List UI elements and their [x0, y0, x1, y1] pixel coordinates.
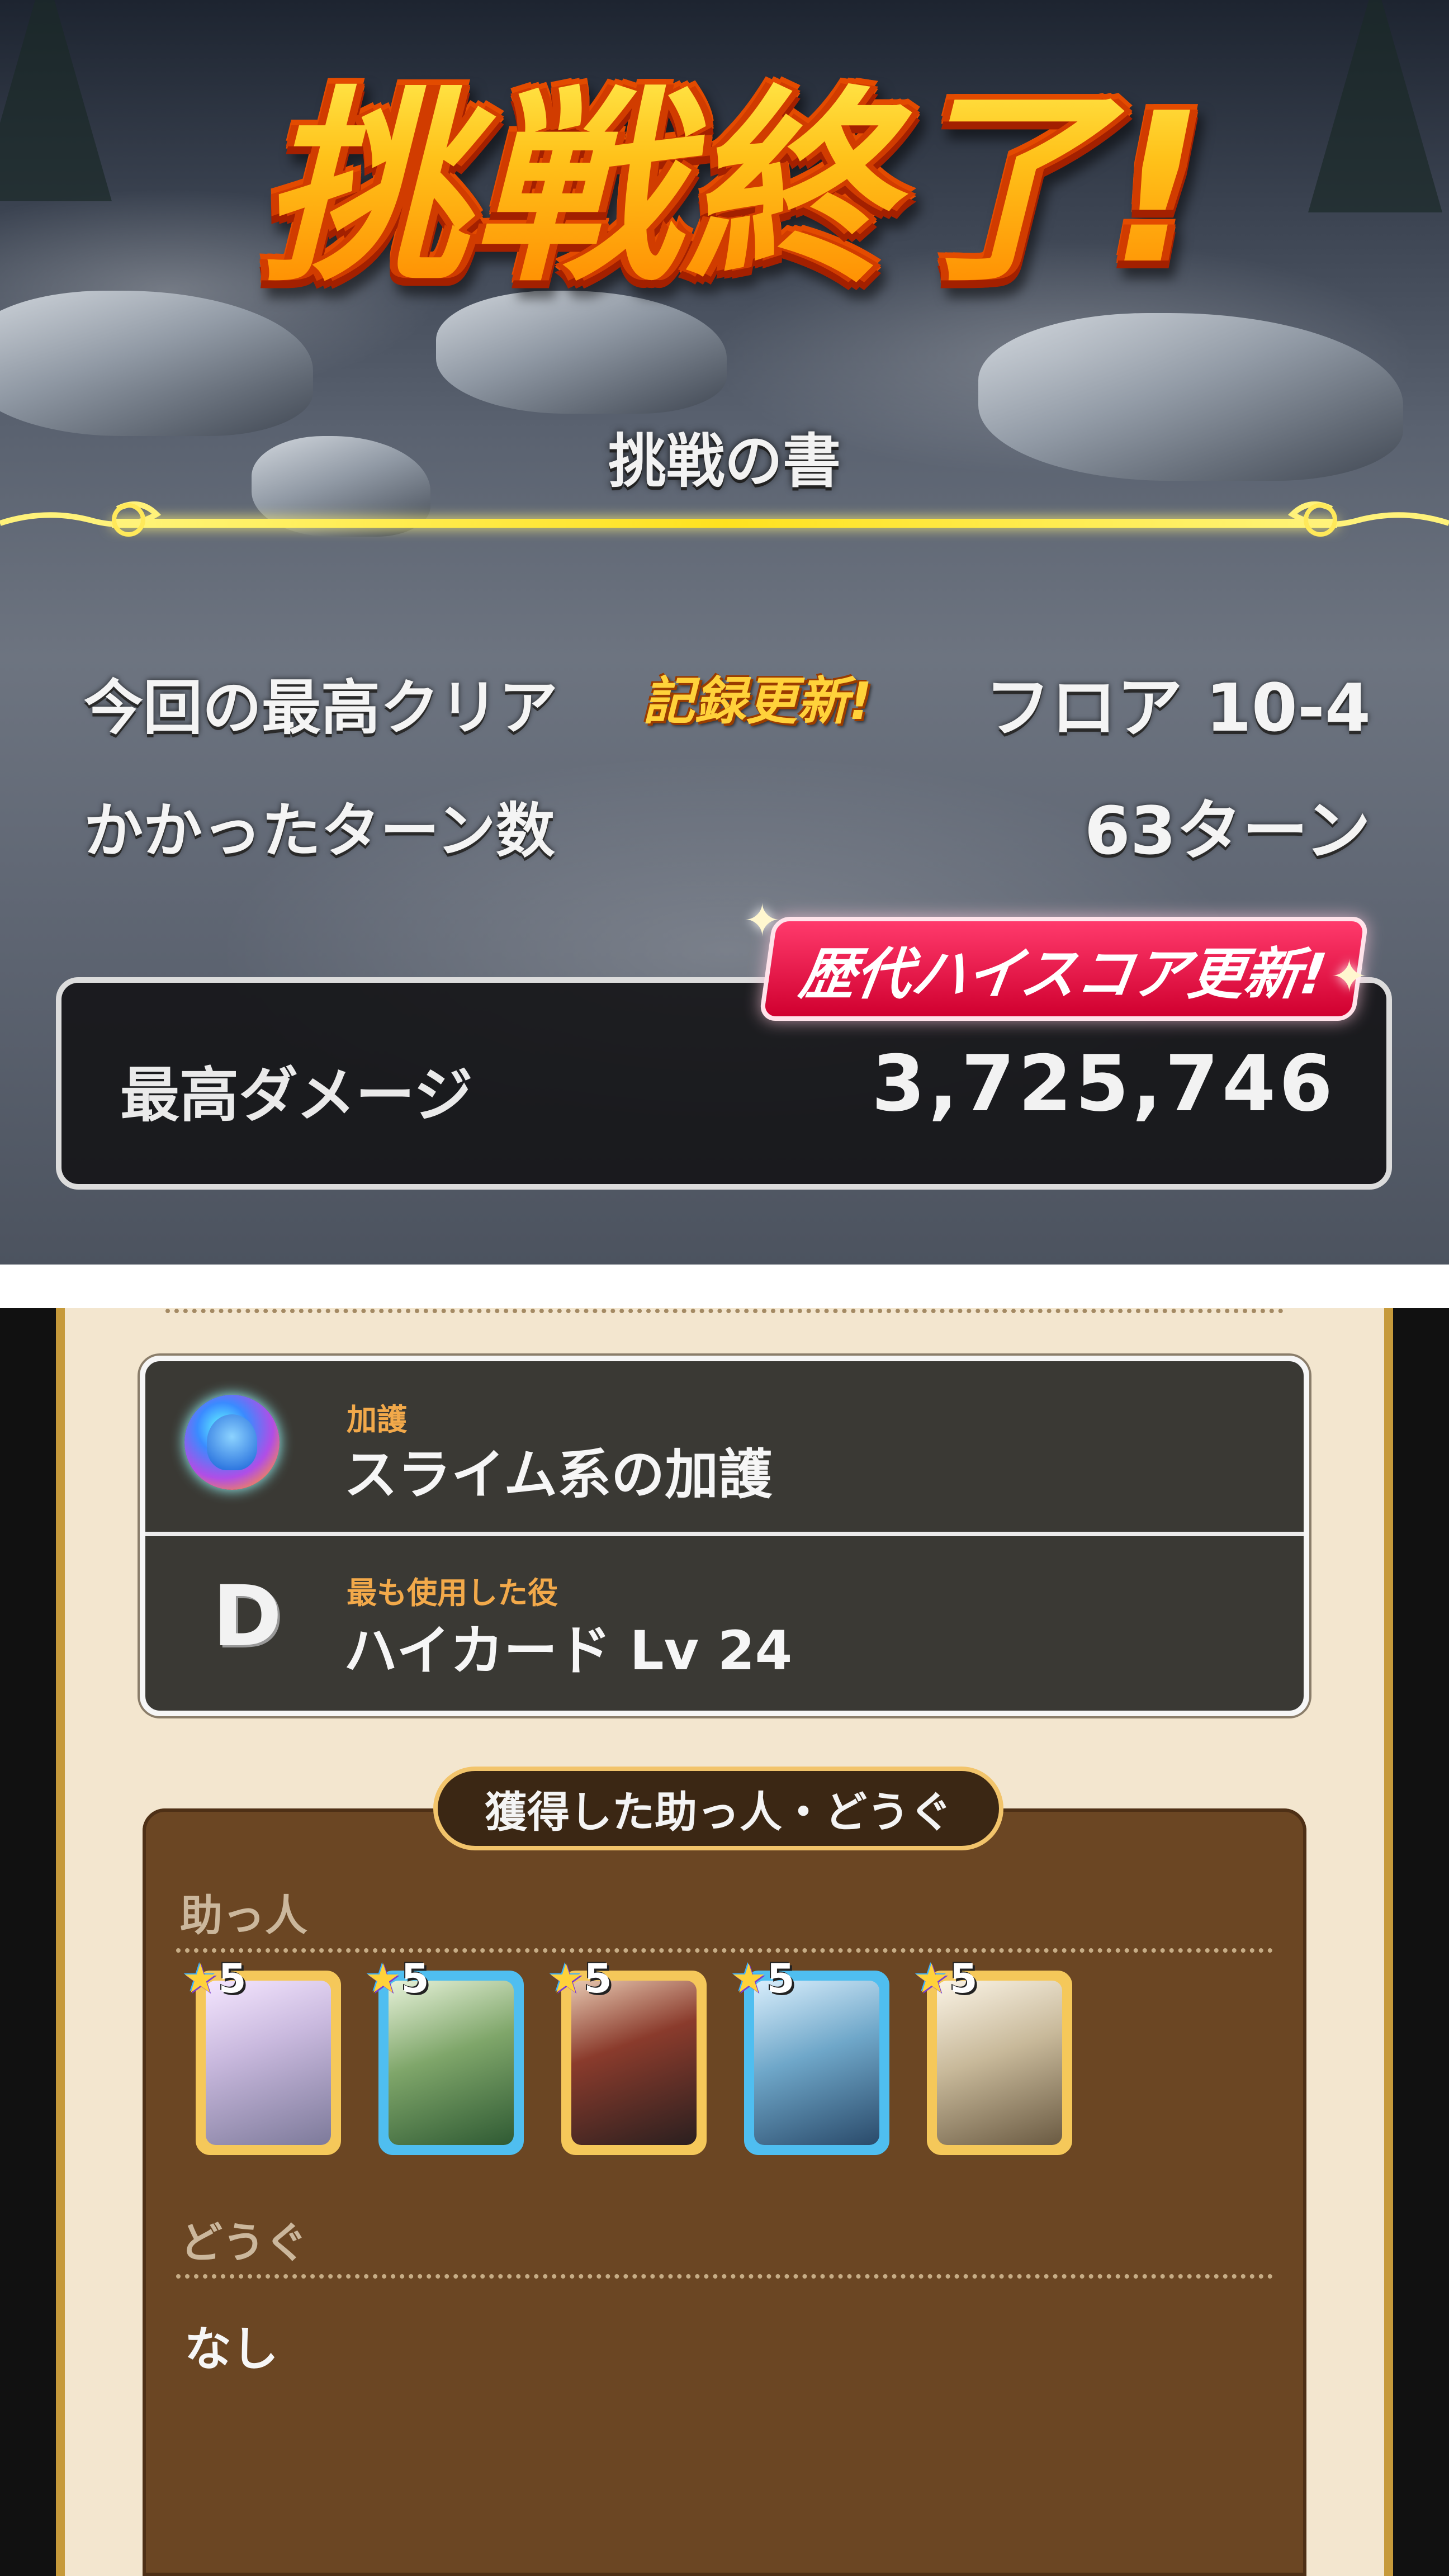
- bearded-sage-portrait: [389, 1981, 514, 2145]
- helper-card[interactable]: ★5: [731, 1955, 889, 2155]
- helpers-label: 助っ人: [180, 1891, 307, 1940]
- star-rarity-badge: ★5: [731, 1955, 795, 2002]
- dotted-divider: [165, 1309, 1284, 1313]
- challenge-finished-title: 挑戦終了!: [212, 39, 1258, 310]
- golden-divider: [0, 501, 1449, 537]
- obtained-panel: [143, 1808, 1306, 2576]
- dotted-divider: [176, 2274, 1273, 2279]
- helper-card[interactable]: ★5: [365, 1955, 524, 2155]
- max-damage-value: 3,725,746: [872, 1039, 1336, 1129]
- helper-card[interactable]: ★5: [913, 1955, 1072, 2155]
- helper-card[interactable]: ★5: [182, 1955, 341, 2155]
- star-icon: ★: [913, 1955, 950, 2002]
- max-damage-label: 最高ダメージ: [120, 1061, 473, 1130]
- star-rarity-badge: ★5: [548, 1955, 612, 2002]
- star-rarity-badge: ★5: [182, 1955, 247, 2002]
- obtained-header: 獲得した助っ人・どうぐ: [433, 1767, 1003, 1850]
- items-value: なし: [184, 2322, 279, 2376]
- challenge-book-name: 挑戦の書: [608, 427, 841, 495]
- white-hat-mage-portrait: [937, 1981, 1062, 2145]
- star-icon: ★: [365, 1955, 401, 2002]
- result-screen: 挑戦終了! 挑戦の書 今回の最高クリア 記録更新! フロア 10-4 かかったタ…: [0, 0, 1449, 1265]
- star-count: 5: [401, 1955, 429, 2002]
- blue-haired-dancer-portrait: [754, 1981, 879, 2145]
- star-count: 5: [766, 1955, 795, 2002]
- blessing-value: スライム系の加護: [344, 1443, 773, 1506]
- items-label: どうぐ: [180, 2218, 307, 2267]
- snowy-tree-decoration: [0, 0, 112, 201]
- most-used-hand-value: ハイカード Lv 24: [344, 1620, 793, 1682]
- turns-value: 63ターン: [1084, 792, 1371, 869]
- turns-label: かかったターン数: [84, 797, 555, 865]
- red-haired-warrior-portrait: [571, 1981, 697, 2145]
- most-used-hand-tag: 最も使用した役: [347, 1575, 558, 1611]
- sparkle-icon: ✦: [744, 894, 782, 946]
- sparkle-icon: ✦: [1330, 950, 1368, 1002]
- helper-card[interactable]: ★5: [548, 1955, 707, 2155]
- star-icon: ★: [182, 1955, 219, 2002]
- card-separator: [145, 1532, 1304, 1536]
- best-clear-value: フロア 10-4: [984, 669, 1371, 746]
- star-rarity-badge: ★5: [913, 1955, 978, 2002]
- snowy-tree-decoration: [1308, 0, 1442, 212]
- star-count: 5: [584, 1955, 612, 2002]
- best-clear-label: 今回の最高クリア: [84, 674, 558, 742]
- play-summary-card: 加護 スライム系の加護 D 最も使用した役 ハイカード Lv 24: [140, 1356, 1309, 1716]
- hand-rank-icon: D: [212, 1568, 282, 1665]
- star-rarity-badge: ★5: [365, 1955, 429, 2002]
- record-updated-badge: 記録更新!: [643, 671, 872, 731]
- result-details-screen: 加護 スライム系の加護 D 最も使用した役 ハイカード Lv 24 獲得した助っ…: [0, 1308, 1449, 2576]
- white-armored-knight-portrait: [206, 1981, 331, 2145]
- star-icon: ★: [548, 1955, 584, 2002]
- dotted-divider: [176, 1948, 1273, 1953]
- star-icon: ★: [731, 1955, 767, 2002]
- slime-icon: [207, 1414, 257, 1470]
- star-count: 5: [218, 1955, 247, 2002]
- all-time-highscore-badge: 歴代ハイスコア更新!: [758, 917, 1370, 1021]
- star-count: 5: [949, 1955, 978, 2002]
